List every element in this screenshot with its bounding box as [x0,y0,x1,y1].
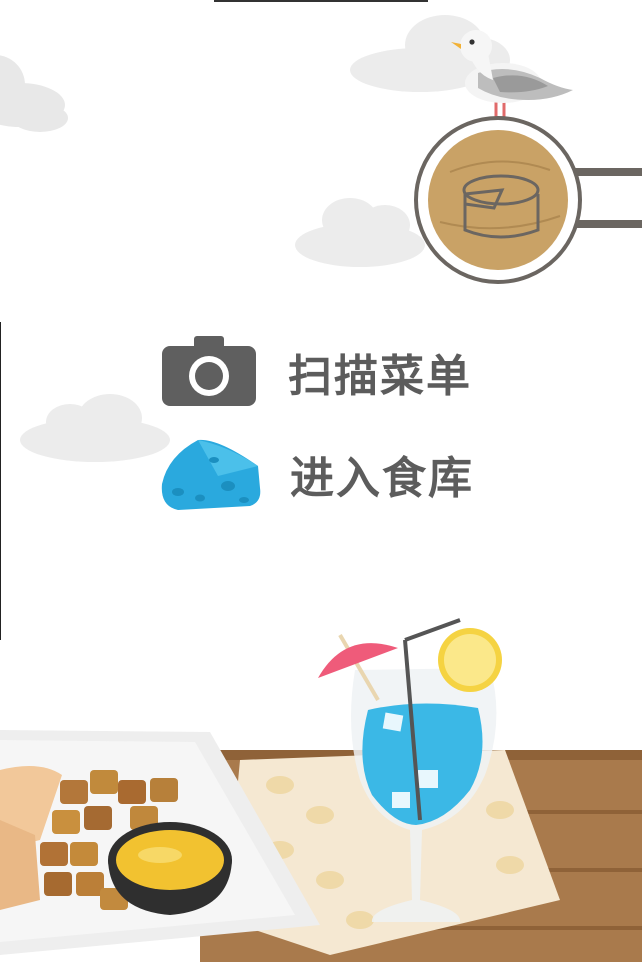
library-menu-label: 进入食库 [290,453,474,504]
scan-menu-label: 扫描菜单 [288,351,472,402]
food-table-scene [0,618,642,962]
cheese-icon [161,439,261,510]
cloud-middle-right [295,198,425,267]
cloud-left [20,394,170,462]
cheese-sign [414,116,642,284]
welcome-screen: 扫描菜单 进入食库 [0,0,642,962]
camera-icon [162,336,256,406]
cloud-top-left [0,55,68,132]
scan-menu-button[interactable]: 扫描菜单 [158,334,472,410]
library-menu-button[interactable]: 进入食库 [158,436,474,512]
